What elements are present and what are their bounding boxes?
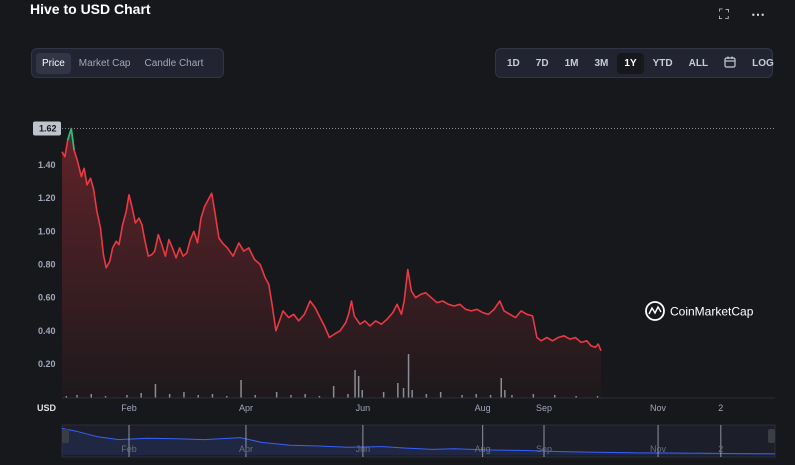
volume-bar bbox=[354, 370, 356, 398]
x-tick-label: Nov bbox=[650, 403, 667, 413]
volume-bar bbox=[475, 394, 477, 398]
volume-bar bbox=[211, 394, 214, 398]
watermark-text: CoinMarketCap bbox=[670, 305, 754, 319]
current-price-tag: 1.62 bbox=[33, 121, 61, 136]
unit-label: USD bbox=[37, 403, 57, 413]
volume-bar bbox=[357, 376, 360, 398]
x-tick-label: 2 bbox=[718, 403, 723, 413]
volume-bar bbox=[332, 386, 335, 398]
y-tick-label: 0.80 bbox=[38, 260, 56, 270]
x-tick-label: Aug bbox=[475, 403, 491, 413]
coinmarketcap-logo-icon bbox=[645, 301, 665, 321]
volume-bar bbox=[168, 394, 171, 398]
x-tick-label: Apr bbox=[239, 403, 253, 413]
volume-bar bbox=[407, 354, 410, 398]
x-tick-label: Jun bbox=[356, 403, 371, 413]
y-tick-label: 0.60 bbox=[38, 293, 56, 303]
volume-bar bbox=[532, 394, 535, 398]
volume-bar bbox=[439, 392, 442, 398]
volume-bar bbox=[154, 384, 157, 398]
navigator-right-handle[interactable] bbox=[768, 429, 775, 443]
navigator-left-handle[interactable] bbox=[62, 429, 69, 443]
volume-bar bbox=[347, 394, 349, 398]
volume-bar bbox=[402, 388, 405, 398]
watermark: CoinMarketCap bbox=[645, 301, 754, 321]
volume-bar bbox=[240, 380, 242, 398]
volume-bar bbox=[275, 392, 278, 398]
coinmarketcap-logo-mark bbox=[648, 305, 662, 315]
volume-bar bbox=[504, 390, 506, 398]
navigator-tick-label: Sep bbox=[536, 444, 552, 454]
volume-bar bbox=[411, 390, 413, 398]
x-tick-label: Sep bbox=[536, 403, 552, 413]
navigator-tick-label: Jun bbox=[356, 444, 371, 454]
volume-bar bbox=[397, 383, 399, 398]
price-chart[interactable]: 0.20 0.40 0.60 0.80 1.00 1.20 1.40 1.62 USD Fe… bbox=[0, 0, 795, 465]
volume-bar bbox=[183, 392, 185, 398]
volume-bar bbox=[425, 394, 428, 398]
price-area bbox=[62, 128, 601, 398]
volume-bar bbox=[304, 394, 306, 398]
y-tick-label: 1.40 bbox=[38, 160, 56, 170]
volume-bar bbox=[382, 392, 385, 398]
y-tick-label: 1.20 bbox=[38, 193, 56, 203]
y-tick-label: 0.40 bbox=[38, 326, 56, 336]
navigator[interactable]: Feb Apr Jun Aug Sep Nov 2 bbox=[61, 424, 776, 458]
navigator-tick-label: Aug bbox=[475, 444, 491, 454]
volume-bar bbox=[500, 378, 502, 398]
y-tick-label: 0.20 bbox=[38, 359, 56, 369]
navigator-tick-label: Apr bbox=[239, 444, 253, 454]
volume-bar bbox=[361, 390, 363, 398]
volume-bar bbox=[140, 393, 142, 398]
navigator-tick-label: Nov bbox=[650, 444, 667, 454]
current-price-label: 1.62 bbox=[39, 124, 57, 134]
x-tick-label: Feb bbox=[121, 403, 137, 413]
navigator-tick-label: 2 bbox=[718, 444, 723, 454]
volume-bar bbox=[90, 394, 92, 398]
navigator-tick-label: Feb bbox=[121, 444, 137, 454]
y-tick-label: 1.00 bbox=[38, 226, 56, 236]
